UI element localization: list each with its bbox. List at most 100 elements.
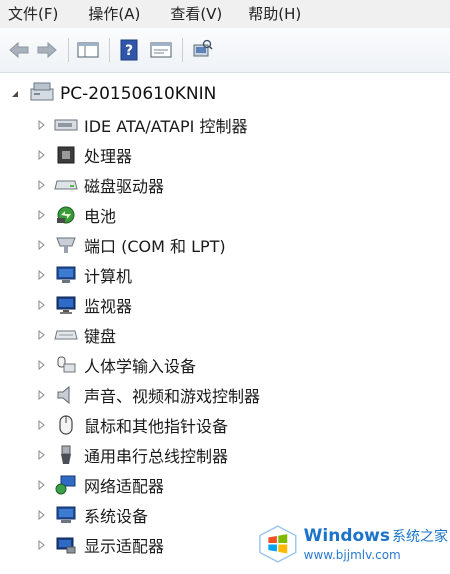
- tree-item[interactable]: 键盘: [0, 321, 116, 349]
- tree-item-label: 显示适配器: [84, 537, 165, 556]
- tree-item[interactable]: 人体学输入设备: [0, 351, 196, 379]
- tree-item[interactable]: 端口 (COM 和 LPT): [0, 231, 226, 259]
- tree-item[interactable]: 通用串行总线控制器: [0, 441, 228, 469]
- tree-item-label: 磁盘驱动器: [84, 177, 165, 196]
- tree-item[interactable]: 鼠标和其他指针设备: [0, 411, 228, 439]
- expanded-triangle-icon: [12, 91, 18, 97]
- sound-icon: [54, 384, 78, 406]
- menu-action[interactable]: 操作(A): [80, 0, 148, 28]
- expand-toggle[interactable]: [36, 360, 48, 370]
- tree-item-label: 系统设备: [84, 507, 149, 526]
- device-tree: PC-20150610KNIN IDE ATA/ATAPI 控制器 处理器 磁盘…: [0, 73, 450, 574]
- tree-item-label: 处理器: [84, 147, 133, 166]
- collapsed-triangle-icon: [38, 300, 45, 310]
- keyboard-icon: [54, 324, 78, 346]
- collapsed-triangle-icon: [38, 120, 45, 130]
- tree-item[interactable]: 显示适配器: [0, 531, 164, 559]
- menu-view[interactable]: 查看(V): [162, 0, 230, 28]
- collapsed-triangle-icon: [38, 330, 45, 340]
- ide-controller-icon: [54, 114, 78, 136]
- tree-item-label: 鼠标和其他指针设备: [84, 417, 229, 436]
- expand-toggle[interactable]: [36, 540, 48, 550]
- expand-toggle[interactable]: [36, 210, 48, 220]
- collapsed-triangle-icon: [38, 180, 45, 190]
- scan-hardware-icon: [193, 39, 213, 57]
- tree-item-label: 网络适配器: [84, 477, 165, 496]
- expand-toggle[interactable]: [36, 120, 48, 130]
- watermark-brand-zh: 系统之家: [392, 528, 448, 545]
- show-hide-console-tree-icon: [77, 42, 99, 58]
- tree-item[interactable]: 声音、视频和游戏控制器: [0, 381, 260, 409]
- tree-item-label: 计算机: [84, 267, 133, 286]
- network-adapter-icon: [54, 474, 78, 496]
- tree-root-computer[interactable]: PC-20150610KNIN: [0, 79, 216, 109]
- expand-toggle[interactable]: [36, 390, 48, 400]
- forward-button[interactable]: [34, 37, 60, 63]
- windows-logo-icon: [259, 525, 297, 563]
- back-arrow-icon: [9, 41, 29, 59]
- computer-icon: [54, 264, 78, 286]
- tree-item[interactable]: IDE ATA/ATAPI 控制器: [0, 111, 247, 139]
- port-icon: [54, 234, 78, 256]
- watermark-brand: Windows 系统之家: [304, 526, 448, 547]
- tree-item[interactable]: 监视器: [0, 291, 132, 319]
- tree-item[interactable]: 计算机: [0, 261, 132, 289]
- help-button[interactable]: ?: [116, 37, 142, 63]
- watermark-brand-en: Windows: [303, 525, 390, 546]
- tree-item[interactable]: 磁盘驱动器: [0, 171, 164, 199]
- usb-icon: [54, 444, 78, 466]
- system-device-icon: [54, 504, 78, 526]
- root-label: PC-20150610KNIN: [60, 84, 217, 104]
- expand-toggle[interactable]: [36, 180, 48, 190]
- watermark-url: www.bjjmlv.com: [303, 547, 401, 562]
- tree-item-label: 电池: [84, 207, 117, 226]
- collapsed-triangle-icon: [38, 360, 45, 370]
- tree-item-label: 监视器: [84, 297, 133, 316]
- forward-arrow-icon: [37, 41, 57, 59]
- properties-icon: [150, 42, 172, 58]
- expand-toggle[interactable]: [36, 300, 48, 310]
- watermark-text: Windows 系统之家 www.bjjmlv.com: [304, 526, 448, 563]
- tree-item-label: IDE ATA/ATAPI 控制器: [84, 117, 248, 136]
- collapsed-triangle-icon: [38, 420, 45, 430]
- collapsed-triangle-icon: [38, 270, 45, 280]
- svg-text:?: ?: [125, 43, 133, 59]
- expand-toggle[interactable]: [36, 150, 48, 160]
- show-hide-tree-button[interactable]: [75, 37, 101, 63]
- expand-toggle[interactable]: [36, 480, 48, 490]
- device-manager-window: 文件(F) 操作(A) 查看(V) 帮助(H) ? PC-20150610KNI…: [0, 0, 450, 574]
- collapsed-triangle-icon: [38, 480, 45, 490]
- collapse-toggle[interactable]: [8, 89, 22, 99]
- expand-toggle[interactable]: [36, 330, 48, 340]
- collapsed-triangle-icon: [38, 150, 45, 160]
- expand-toggle[interactable]: [36, 240, 48, 250]
- collapsed-triangle-icon: [38, 210, 45, 220]
- collapsed-triangle-icon: [38, 450, 45, 460]
- toolbar-separator: [109, 38, 110, 62]
- collapsed-triangle-icon: [38, 390, 45, 400]
- tree-item-label: 通用串行总线控制器: [84, 447, 229, 466]
- expand-toggle[interactable]: [36, 450, 48, 460]
- properties-button[interactable]: [148, 37, 174, 63]
- expand-toggle[interactable]: [36, 510, 48, 520]
- display-adapter-icon: [54, 534, 78, 556]
- mouse-icon: [54, 414, 78, 436]
- watermark: Windows 系统之家 www.bjjmlv.com: [258, 518, 448, 570]
- tree-item[interactable]: 电池: [0, 201, 116, 229]
- computer-root-icon: [30, 81, 54, 107]
- menu-file[interactable]: 文件(F): [0, 0, 66, 28]
- help-icon: ?: [120, 39, 138, 61]
- expand-toggle[interactable]: [36, 270, 48, 280]
- collapsed-triangle-icon: [38, 540, 45, 550]
- tree-item[interactable]: 处理器: [0, 141, 132, 169]
- menu-help[interactable]: 帮助(H): [240, 0, 309, 28]
- expand-toggle[interactable]: [36, 420, 48, 430]
- collapsed-triangle-icon: [38, 510, 45, 520]
- tree-item[interactable]: 系统设备: [0, 501, 148, 529]
- back-button[interactable]: [6, 37, 32, 63]
- tree-item[interactable]: 网络适配器: [0, 471, 164, 499]
- scan-hardware-button[interactable]: [189, 37, 215, 63]
- tree-item-label: 人体学输入设备: [84, 357, 197, 376]
- tree-item-label: 声音、视频和游戏控制器: [84, 387, 261, 406]
- toolbar-separator: [182, 38, 183, 62]
